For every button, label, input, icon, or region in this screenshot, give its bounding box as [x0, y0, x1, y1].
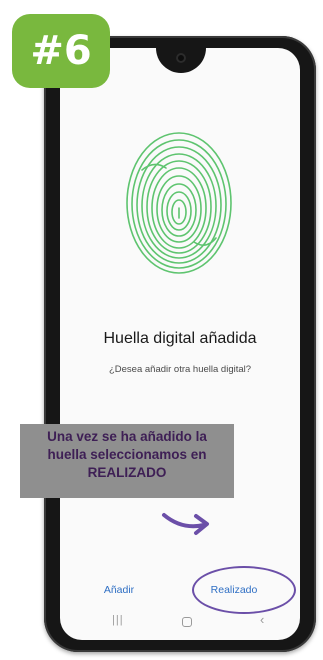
- add-button[interactable]: Añadir: [86, 580, 152, 600]
- front-camera-icon: [176, 53, 186, 63]
- instruction-line-2: huella seleccionamos en: [47, 447, 207, 462]
- screen-subtitle: ¿Desea añadir otra huella digital?: [108, 364, 252, 375]
- instruction-line-1: Una vez se ha añadido la: [47, 429, 207, 444]
- step-badge: #6: [12, 14, 110, 88]
- done-button[interactable]: Realizado: [198, 576, 270, 604]
- phone-screen: Huella digital añadida ¿Desea añadir otr…: [60, 48, 300, 640]
- home-icon[interactable]: [182, 617, 192, 627]
- phone-frame: Huella digital añadida ¿Desea añadir otr…: [44, 36, 316, 652]
- fingerprint-icon: [126, 132, 232, 274]
- recent-apps-icon[interactable]: |||: [112, 614, 124, 626]
- camera-notch: [156, 48, 206, 73]
- instruction-line-3: REALIZADO: [87, 465, 167, 480]
- screen-title: Huella digital añadida: [103, 330, 257, 347]
- arrow-icon: [162, 513, 209, 535]
- back-icon[interactable]: ‹: [260, 612, 264, 627]
- instruction-callout: Una vez se ha añadido la huella seleccio…: [20, 424, 234, 498]
